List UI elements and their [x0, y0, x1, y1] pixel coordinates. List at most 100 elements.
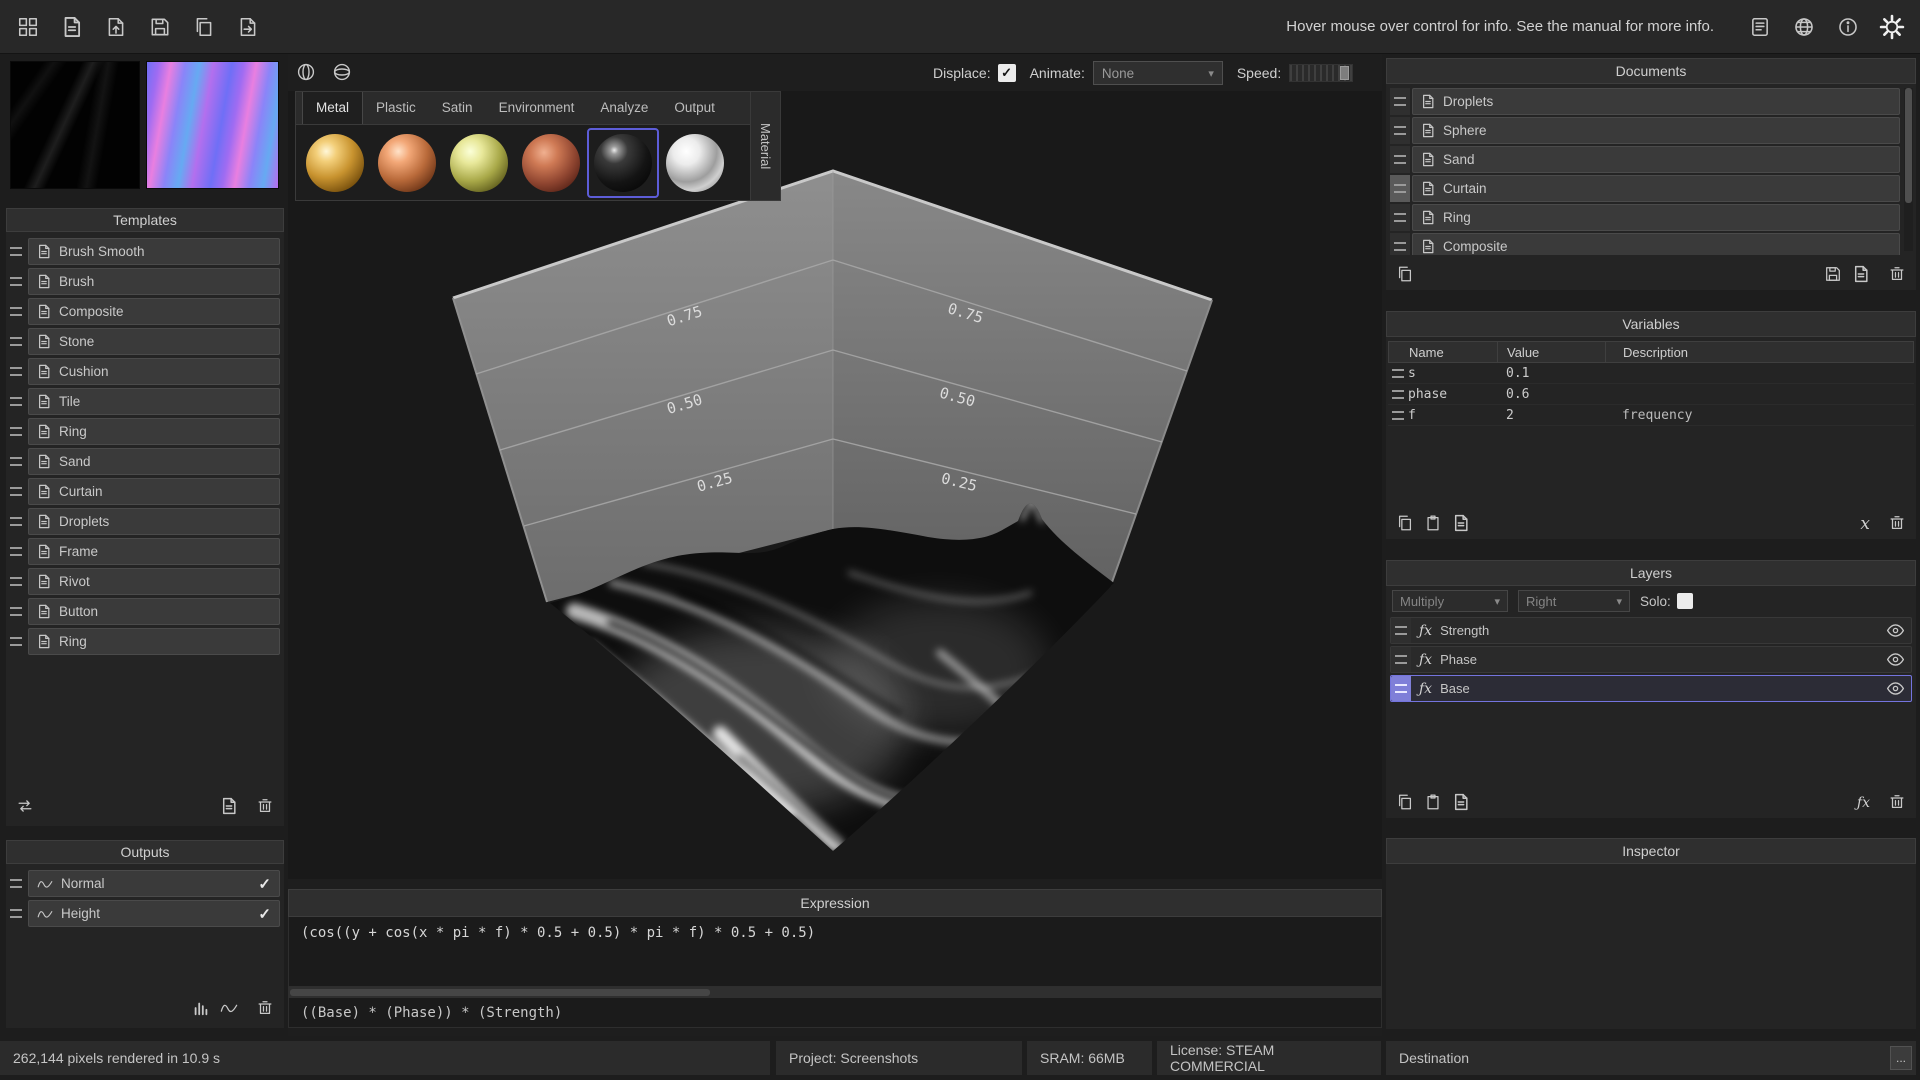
drag-handle-icon[interactable]: [1392, 369, 1404, 378]
variable-value[interactable]: 0.1: [1497, 366, 1605, 381]
drag-handle-icon[interactable]: [10, 879, 22, 888]
material-side-tab[interactable]: Material: [750, 92, 780, 200]
tab-environment[interactable]: Environment: [486, 92, 588, 124]
settings-button[interactable]: [1876, 11, 1908, 43]
drag-handle-box[interactable]: [1390, 88, 1410, 115]
speed-slider[interactable]: [1289, 64, 1353, 82]
delete-output-button[interactable]: [256, 999, 274, 1020]
plane-preview-button[interactable]: [329, 59, 355, 85]
eye-icon[interactable]: [1886, 682, 1905, 695]
drag-handle-box[interactable]: [1390, 233, 1410, 255]
speed-slider-thumb[interactable]: [1340, 66, 1349, 80]
material-swatch-black-selected[interactable]: [587, 128, 659, 198]
paste-layer-button[interactable]: [1424, 793, 1442, 814]
variable-value[interactable]: 0.6: [1497, 387, 1605, 402]
drag-handle-box[interactable]: [1391, 618, 1411, 643]
document-row[interactable]: Composite: [1390, 233, 1900, 255]
sphere-preview-button[interactable]: [293, 59, 319, 85]
drag-handle-box[interactable]: [1390, 204, 1410, 231]
delete-template-button[interactable]: [256, 797, 274, 818]
website-button[interactable]: [1788, 11, 1820, 43]
tab-plastic[interactable]: Plastic: [363, 92, 429, 124]
material-swatch-bronze[interactable]: [515, 128, 587, 198]
documents-scrollbar[interactable]: [1904, 88, 1913, 251]
drag-handle-icon[interactable]: [10, 607, 22, 616]
duplicate-document-button[interactable]: [1396, 265, 1414, 286]
document-row[interactable]: Ring: [1390, 204, 1900, 231]
app-grid-button[interactable]: [12, 11, 44, 43]
template-item[interactable]: Rivot: [28, 568, 280, 595]
add-variable-button[interactable]: x: [1860, 514, 1870, 534]
delete-layer-button[interactable]: [1888, 793, 1906, 814]
document-item[interactable]: Droplets: [1412, 88, 1900, 115]
variable-row[interactable]: phase 0.6: [1388, 384, 1914, 405]
drag-handle-icon[interactable]: [10, 337, 22, 346]
drag-handle-icon[interactable]: [10, 637, 22, 646]
template-item[interactable]: Brush Smooth: [28, 238, 280, 265]
drag-handle-box[interactable]: [1390, 175, 1410, 202]
material-swatch-copper[interactable]: [371, 128, 443, 198]
drag-handle-box[interactable]: [1390, 146, 1410, 173]
template-item[interactable]: Button: [28, 598, 280, 625]
manual-button[interactable]: [1744, 11, 1776, 43]
document-row[interactable]: Droplets: [1390, 88, 1900, 115]
save-button[interactable]: [144, 11, 176, 43]
output-item[interactable]: Height✓: [28, 900, 280, 927]
template-item[interactable]: Stone: [28, 328, 280, 355]
blend-mode-dropdown[interactable]: Multiply ▾: [1392, 590, 1508, 612]
material-swatch-chrome[interactable]: [659, 128, 731, 198]
material-swatch-gold[interactable]: [299, 128, 371, 198]
expression-editor[interactable]: (cos((y + cos(x * pi * f) * 0.5 + 0.5) *…: [288, 917, 1382, 987]
height-map-preview[interactable]: [10, 61, 140, 189]
template-item[interactable]: Frame: [28, 538, 280, 565]
duplicate-variable-button[interactable]: [1452, 514, 1470, 535]
drag-handle-icon[interactable]: [10, 487, 22, 496]
material-swatch-brass[interactable]: [443, 128, 515, 198]
template-item[interactable]: Ring: [28, 628, 280, 655]
template-item[interactable]: Curtain: [28, 478, 280, 505]
tab-output[interactable]: Output: [661, 92, 728, 124]
variable-row[interactable]: s 0.1: [1388, 363, 1914, 384]
drag-handle-icon[interactable]: [10, 547, 22, 556]
add-fx-layer-button[interactable]: ƒx: [1857, 795, 1870, 811]
drag-handle-box[interactable]: [1391, 647, 1411, 672]
variable-value[interactable]: 2: [1497, 408, 1605, 423]
drag-handle-icon[interactable]: [10, 397, 22, 406]
new-document-button[interactable]: [1852, 265, 1870, 286]
normal-map-preview[interactable]: [146, 61, 279, 189]
document-item[interactable]: Sphere: [1412, 117, 1900, 144]
hscrollbar-thumb[interactable]: [290, 989, 710, 996]
layer-row[interactable]: ƒx Strength: [1390, 617, 1912, 644]
drag-handle-icon[interactable]: [10, 427, 22, 436]
layer-row-selected[interactable]: ƒx Base: [1390, 675, 1912, 702]
drag-handle-icon[interactable]: [10, 577, 22, 586]
delete-document-button[interactable]: [1888, 265, 1906, 286]
copy-layer-button[interactable]: [1396, 793, 1414, 814]
template-item[interactable]: Tile: [28, 388, 280, 415]
viewport-3d[interactable]: 0.75 0.50 0.25 0.75 0.50 0.25: [288, 91, 1382, 879]
drag-handle-icon[interactable]: [10, 517, 22, 526]
save-document-button[interactable]: [1824, 265, 1842, 286]
info-button[interactable]: [1832, 11, 1864, 43]
output-enabled-check[interactable]: ✓: [258, 905, 271, 923]
drag-handle-icon[interactable]: [10, 367, 22, 376]
template-item[interactable]: Sand: [28, 448, 280, 475]
variable-row[interactable]: f 2 frequency: [1388, 405, 1914, 426]
tab-metal[interactable]: Metal: [302, 92, 363, 124]
destination-browse-button[interactable]: ...: [1890, 1046, 1912, 1070]
tab-analyze[interactable]: Analyze: [587, 92, 661, 124]
displace-checkbox[interactable]: ✓: [998, 64, 1016, 82]
eye-icon[interactable]: [1886, 653, 1905, 666]
document-item[interactable]: Composite: [1412, 233, 1900, 255]
drag-handle-icon[interactable]: [10, 457, 22, 466]
template-item[interactable]: Ring: [28, 418, 280, 445]
save-template-button[interactable]: [220, 797, 238, 818]
drag-handle-icon[interactable]: [1392, 390, 1404, 399]
drag-handle-box[interactable]: [1391, 676, 1411, 701]
layer-row[interactable]: ƒx Phase: [1390, 646, 1912, 673]
document-row[interactable]: Sphere: [1390, 117, 1900, 144]
drag-handle-icon[interactable]: [10, 277, 22, 286]
output-enabled-check[interactable]: ✓: [258, 875, 271, 893]
animate-dropdown[interactable]: None ▾: [1093, 61, 1223, 85]
channel-dropdown[interactable]: Right ▾: [1518, 590, 1630, 612]
